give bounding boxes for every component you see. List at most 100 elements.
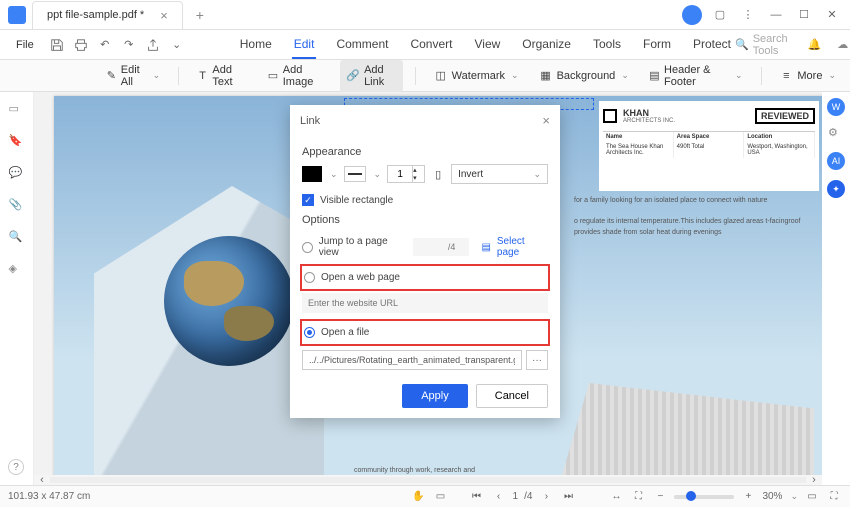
new-tab-button[interactable]: + [187,2,213,28]
read-mode-icon[interactable]: ▭ [804,489,820,505]
zoom-in-icon[interactable]: + [740,489,756,505]
chevron-down-icon[interactable]: ⌄ [330,169,338,180]
app-icon [8,6,26,24]
word-badge-icon[interactable]: W [827,98,845,116]
line-style-select[interactable] [344,166,366,182]
chevron-down-icon[interactable]: ⌄ [374,169,382,180]
tab-organize[interactable]: Organize [520,31,573,59]
search-tools-input[interactable]: 🔍 Search Tools [735,33,788,57]
tab-close-icon[interactable]: × [160,8,168,23]
fit-width-icon[interactable]: ↔ [608,489,624,505]
attachments-icon[interactable]: 📎 [9,198,25,214]
print-icon[interactable] [72,36,90,54]
more-button[interactable]: ≡More⌄ [773,65,842,87]
last-page-icon[interactable]: ⏭ [560,489,576,505]
color-swatch[interactable] [302,166,322,182]
next-page-icon[interactable]: › [538,489,554,505]
cloud-icon[interactable]: ☁ [837,38,848,51]
window-maximize-button[interactable]: ☐ [794,5,814,25]
header-footer-button[interactable]: ▤Header & Footer⌄ [643,60,749,92]
tab-convert[interactable]: Convert [408,31,454,59]
open-file-option-highlighted: Open a file [300,319,550,346]
chevron-down-icon: ⌄ [735,70,743,81]
fullscreen-icon[interactable]: ⛶ [826,489,842,505]
open-web-page-option[interactable]: Open a web page [302,268,400,287]
hand-tool-icon[interactable]: ✋ [411,489,427,505]
url-input[interactable] [302,293,548,313]
select-tool-icon[interactable]: ▭ [433,489,449,505]
search-panel-icon[interactable]: 🔍 [9,230,25,246]
save-icon[interactable] [48,36,66,54]
undo-icon[interactable]: ↶ [96,36,114,54]
thumbnails-icon[interactable]: ▭ [9,102,25,118]
add-text-button[interactable]: TAdd Text [191,60,253,92]
visible-rectangle-checkbox[interactable]: ✓ Visible rectangle [302,194,548,206]
radio-checked-icon [304,327,315,338]
edit-all-button[interactable]: ✎Edit All⌄ [100,60,166,92]
select-page-link[interactable]: Select page [497,236,548,258]
add-image-button[interactable]: ▭Add Image [261,60,332,92]
ai-badge-icon[interactable]: AI [827,152,845,170]
horizontal-scrollbar[interactable]: ‹ › [34,475,822,485]
browse-file-button[interactable]: ··· [526,350,548,370]
layers-icon[interactable]: ◈ [9,262,25,278]
feedback-icon[interactable]: ▢ [710,5,730,25]
statusbar: 101.93 x 47.87 cm ✋ ▭ ⏮ ‹ 1 /4 › ⏭ ↔ ⛶ −… [0,485,850,507]
file-path-input[interactable] [302,350,522,370]
user-avatar[interactable] [682,5,702,25]
help-icon[interactable]: ? [8,459,24,475]
tab-comment[interactable]: Comment [334,31,390,59]
dialog-close-button[interactable]: × [542,113,550,128]
tab-form[interactable]: Form [641,31,673,59]
tab-edit[interactable]: Edit [292,31,317,59]
comments-icon[interactable]: 💬 [9,166,25,182]
watermark-button[interactable]: ◫Watermark⌄ [428,65,525,87]
info-panel: KHANARCHITECTS INC. REVIEWED Name Area S… [599,101,819,191]
jump-to-page-option[interactable]: Jump to a page view ▤ Select page [302,232,548,262]
cursor-coordinates: 101.93 x 47.87 cm [8,491,90,502]
fit-page-icon[interactable]: ⛶ [630,489,646,505]
reviewed-stamp: REVIEWED [755,108,815,124]
open-file-option[interactable]: Open a file [302,323,369,342]
page-number-input[interactable] [413,238,469,256]
notifications-icon[interactable]: 🔔 [808,38,822,51]
tab-tools[interactable]: Tools [591,31,623,59]
link-icon: 🔗 [346,69,360,83]
assistant-badge-icon[interactable]: ✦ [827,180,845,198]
qat-dropdown-icon[interactable]: ⌄ [168,36,186,54]
zoom-out-icon[interactable]: − [652,489,668,505]
zoom-slider[interactable] [674,495,734,499]
background-button[interactable]: ▦Background⌄ [533,65,635,87]
apply-button[interactable]: Apply [402,384,468,408]
highlight-mode-select[interactable]: Invert⌄ [451,164,548,184]
document-tab[interactable]: ppt file-sample.pdf * × [32,1,183,29]
thickness-stepper[interactable]: ▴▾ [387,165,425,183]
cancel-button[interactable]: Cancel [476,384,548,408]
tab-view[interactable]: View [472,31,502,59]
right-sidebar: W ⚙ AI ✦ [822,92,850,485]
window-minimize-button[interactable]: — [766,5,786,25]
earth-image [164,236,294,366]
tab-protect[interactable]: Protect [691,31,733,59]
search-placeholder: Search Tools [753,33,788,57]
menu-icon: ≡ [779,69,793,83]
thickness-input[interactable] [387,165,413,183]
properties-icon[interactable]: ⚙ [828,126,844,142]
bookmarks-icon[interactable]: 🔖 [9,134,25,150]
current-page[interactable]: 1 [513,491,519,502]
file-menu[interactable]: File [8,35,42,55]
page-picker-icon[interactable]: ▤ [481,242,490,253]
prev-page-icon[interactable]: ‹ [491,489,507,505]
chevron-down-icon: ⌄ [828,70,836,81]
tab-home[interactable]: Home [238,31,274,59]
add-link-button[interactable]: 🔗Add Link [340,60,402,92]
chevron-down-icon[interactable]: ⌄ [790,491,798,502]
open-web-page-option-highlighted: Open a web page [300,264,550,291]
first-page-icon[interactable]: ⏮ [469,489,485,505]
zoom-level[interactable]: 30% [762,491,782,502]
kebab-menu-icon[interactable]: ⋮ [738,5,758,25]
highlight-icon[interactable]: ▯ [431,167,445,181]
redo-icon[interactable]: ↷ [120,36,138,54]
window-close-button[interactable]: ✕ [822,5,842,25]
share-icon[interactable] [144,36,162,54]
